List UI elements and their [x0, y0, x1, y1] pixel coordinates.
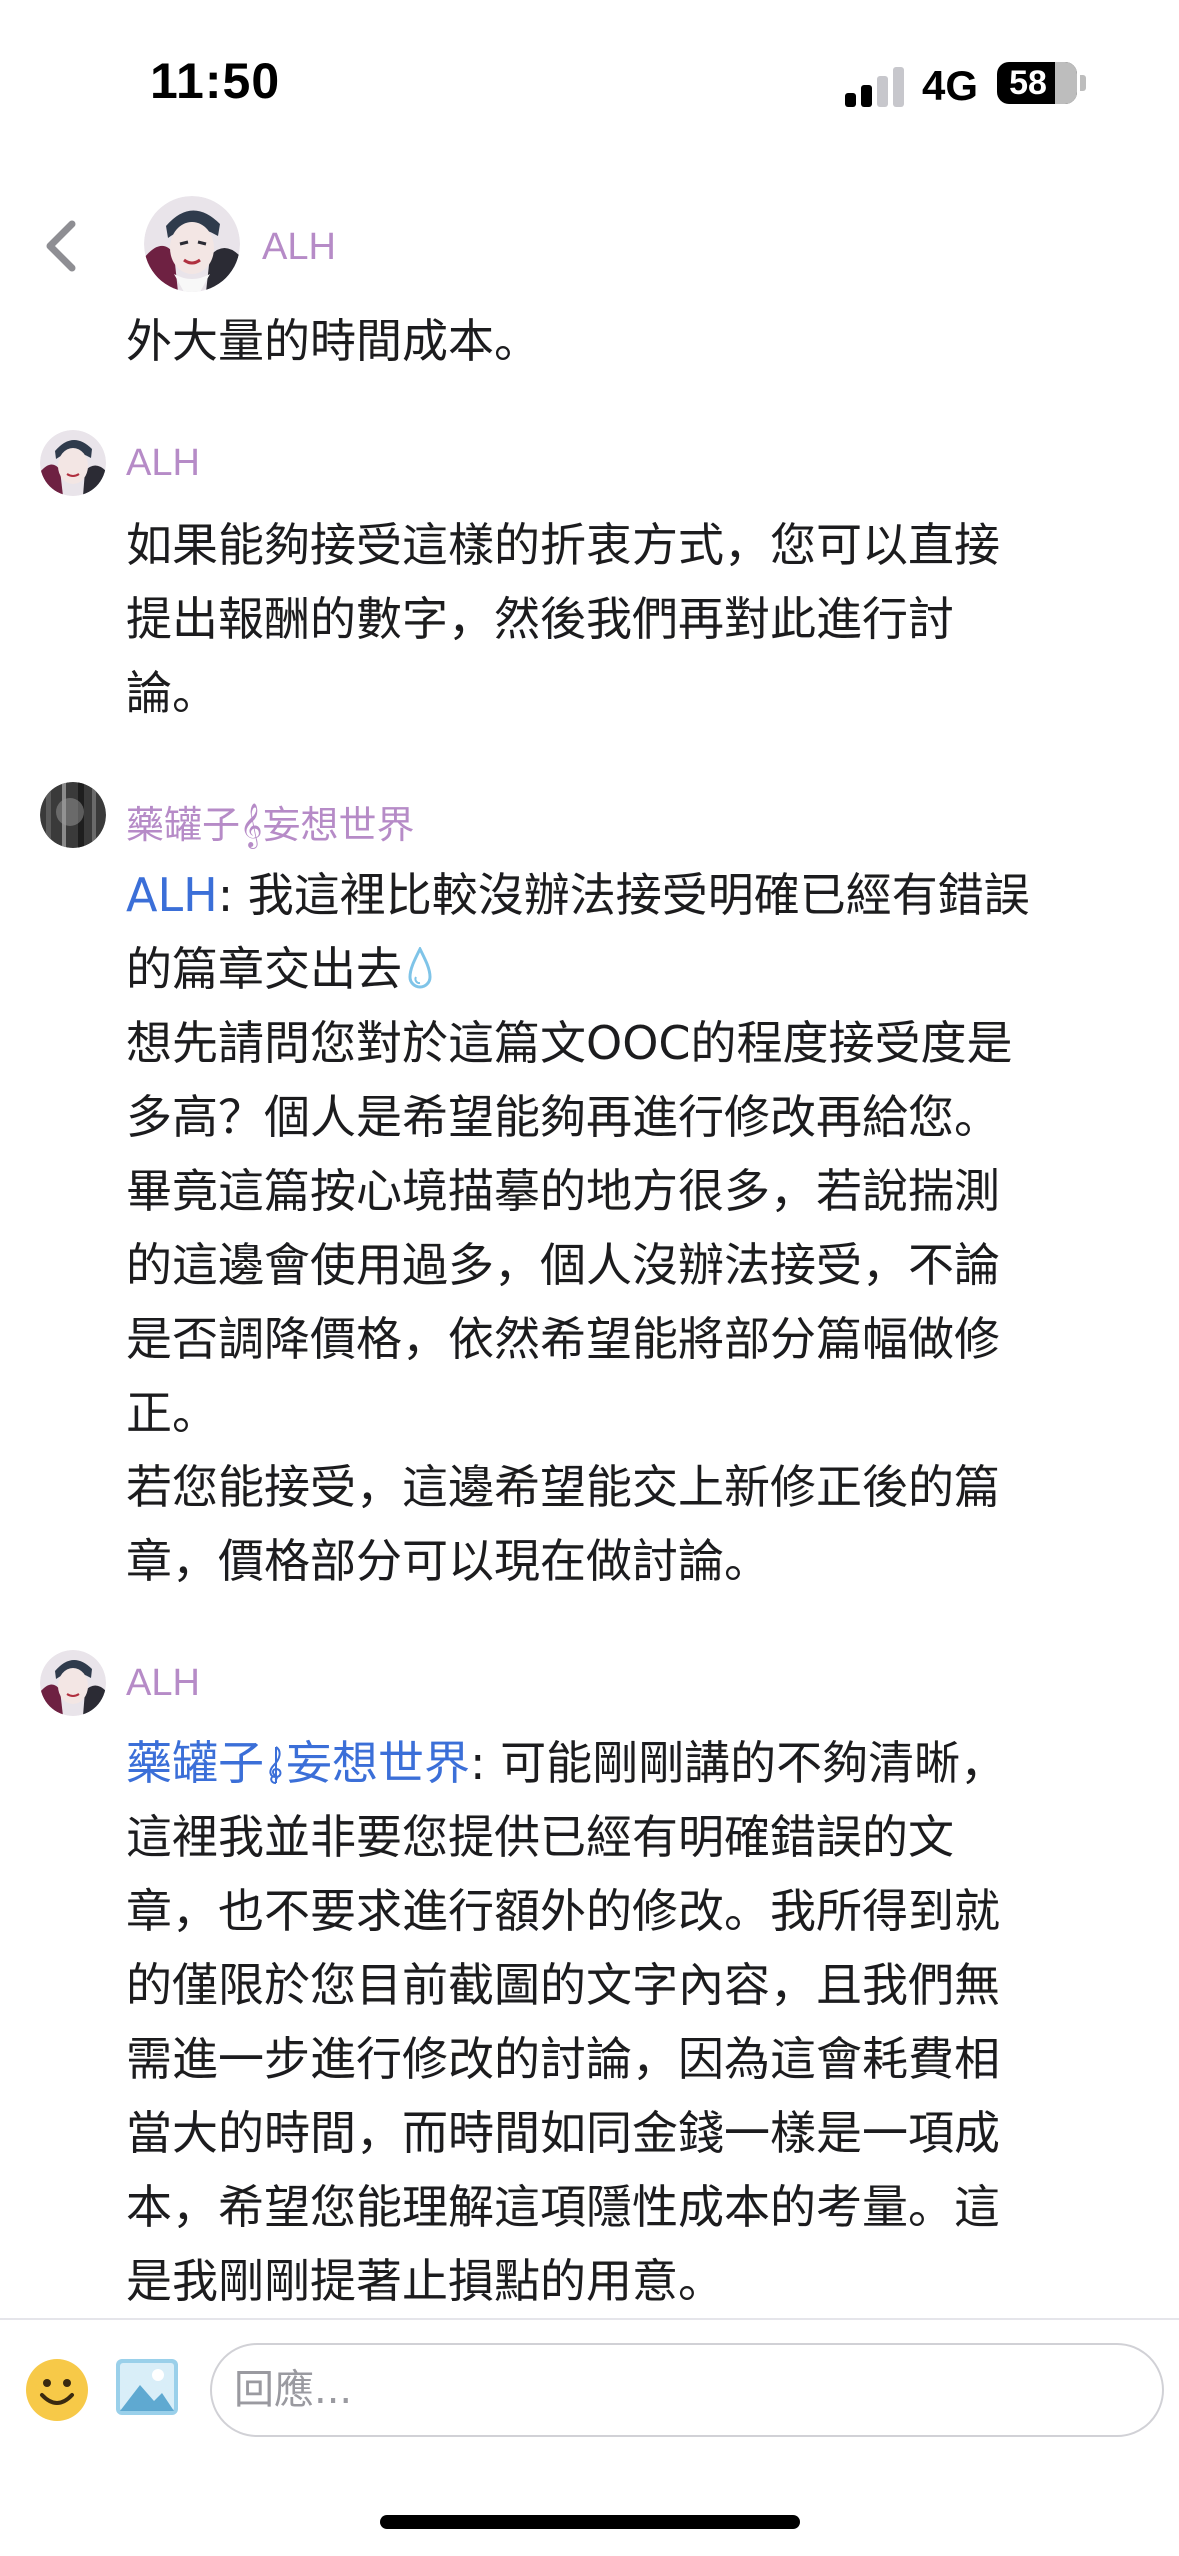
message-line: ALH: 我這裡比較沒辦法接受明確已經有錯誤	[126, 868, 1030, 922]
treble-clef-icon	[269, 1746, 282, 1784]
sender-name[interactable]: 藥罐子𝄞妄想世界	[126, 794, 414, 849]
message-line: 論。	[126, 666, 218, 720]
mention-link[interactable]: 藥罐子 妄想世界	[126, 1736, 470, 1790]
battery-cap	[1080, 75, 1086, 91]
battery-icon: 58	[997, 62, 1077, 104]
chat-screen: 11:50 4G 58 ALH 外大量的時間成本。 ALH 如果能夠接受這樣的折…	[0, 0, 1179, 2556]
message-line: 提出報酬的數字，然後我們再對此進行討	[126, 592, 954, 646]
message-line: 這裡我並非要您提供已經有明確錯誤的文	[126, 1810, 954, 1864]
message-line: 多高？個人是希望能夠再進行修改再給您。	[126, 1090, 1000, 1144]
message-text: 外大量的時間成本。	[126, 304, 1126, 378]
status-bar: 11:50 4G 58	[0, 0, 1179, 150]
battery-level: 58	[1009, 64, 1047, 102]
message-line: 畢竟這篇按心境描摹的地方很多，若說揣測	[126, 1164, 1000, 1218]
avatar[interactable]	[40, 430, 106, 496]
message-line: 當大的時間，而時間如同金錢一樣是一項成	[126, 2106, 1000, 2160]
sweat-drop-emoji-icon	[408, 947, 432, 989]
message-line: 的這邊會使用過多，個人沒辦法接受，不論	[126, 1238, 1000, 1292]
avatar[interactable]	[40, 782, 106, 848]
message-line: 需進一步進行修改的討論，因為這會耗費相	[126, 2032, 1000, 2086]
message-line: 本，希望您能理解這項隱性成本的考量。這	[126, 2180, 1000, 2234]
status-time: 11:50	[150, 53, 281, 109]
composer-divider	[0, 2318, 1179, 2320]
chevron-left-icon[interactable]	[40, 218, 80, 274]
message-line: 外大量的時間成本。	[126, 314, 540, 368]
message-line: 若您能接受，這邊希望能交上新修正後的篇	[126, 1460, 1000, 1514]
message-line: 如果能夠接受這樣的折衷方式，您可以直接	[126, 518, 1000, 572]
message-line: 的僅限於您目前截圖的文字內容，且我們無	[126, 1958, 1000, 2012]
message-text: 藥罐子 妄想世界: 可能剛剛講的不夠清晰， 這裡我並非要您提供已經有明確錯誤的文 …	[126, 1726, 1126, 2318]
message-line: 是否調降價格，依然希望能將部分篇幅做修	[126, 1312, 1000, 1366]
header-title[interactable]: ALH	[262, 226, 336, 269]
message-line: 正。	[126, 1386, 218, 1440]
message-line: 章，也不要求進行額外的修改。我所得到就	[126, 1884, 1000, 1938]
home-indicator[interactable]	[380, 2515, 800, 2529]
reply-input[interactable]	[210, 2343, 1164, 2437]
sender-name[interactable]: ALH	[126, 1662, 200, 1705]
message-line: 藥罐子 妄想世界: 可能剛剛講的不夠清晰，	[126, 1736, 1007, 1790]
image-icon[interactable]	[114, 2357, 180, 2417]
message-line: 想先請問您對於這篇文OOC的程度接受度是	[126, 1016, 1013, 1070]
message-text: 如果能夠接受這樣的折衷方式，您可以直接 提出報酬的數字，然後我們再對此進行討 論…	[126, 508, 1126, 730]
message-line: 章，價格部分可以現在做討論。	[126, 1534, 770, 1588]
network-type: 4G	[922, 62, 979, 109]
sender-name[interactable]: ALH	[126, 442, 200, 485]
signal-strength-icon	[845, 65, 905, 107]
message-text: ALH: 我這裡比較沒辦法接受明確已經有錯誤 的篇章交出去 想先請問您對於這篇文…	[126, 858, 1126, 1598]
message-line: 是我剛剛提著止損點的用意。	[126, 2254, 724, 2308]
avatar[interactable]	[40, 1650, 106, 1716]
message-line: 的篇章交出去	[126, 932, 1126, 1006]
mention-link[interactable]: ALH	[126, 868, 218, 922]
header-avatar[interactable]	[144, 196, 240, 292]
smiley-icon[interactable]	[24, 2357, 90, 2423]
